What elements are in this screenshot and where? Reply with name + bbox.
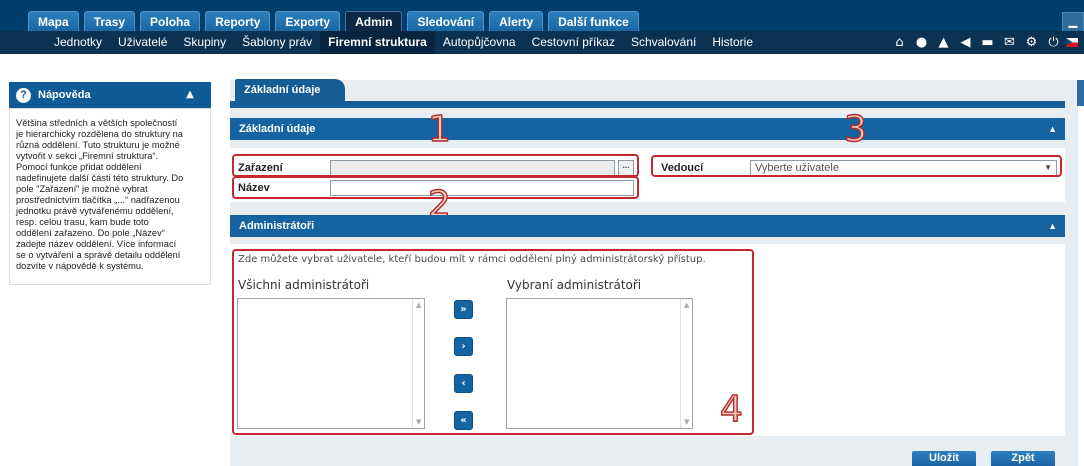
admins-section-title: Administrátoři	[239, 220, 315, 232]
chat-icon[interactable]: ●	[912, 33, 931, 52]
help-panel-header: Nápověda	[9, 82, 211, 108]
subnav-firemni-struktura[interactable]: Firemní struktura	[320, 31, 435, 54]
subnav-uzivatele[interactable]: Uživatelé	[110, 31, 175, 54]
tab-poloha[interactable]: Poloha	[140, 11, 201, 31]
annotation-number-3: 3	[843, 109, 867, 150]
folder-icon[interactable]: ▬	[978, 33, 997, 52]
sound-icon[interactable]: ◀	[956, 33, 975, 52]
back-button[interactable]: Zpět	[991, 451, 1055, 466]
subnav-cestovni-prikaz[interactable]: Cestovní příkaz	[524, 31, 623, 54]
admins-section-header[interactable]: Administrátoři ▲	[230, 215, 1065, 237]
annotation-box-4	[232, 249, 754, 435]
tab-alerty[interactable]: Alerty	[489, 11, 544, 31]
subnav-jednotky[interactable]: Jednotky	[46, 31, 110, 54]
tab-mapa[interactable]: Mapa	[28, 11, 79, 31]
basic-info-collapse-icon[interactable]: ▲	[1048, 118, 1057, 140]
toolbar-icons: ⌂ ● ▲ ◀ ▬ ✉ ⚙ ⏻	[890, 33, 1078, 52]
annotation-box-1	[232, 154, 639, 177]
top-tabs: Mapa Trasy Poloha Reporty Exporty Admin …	[28, 11, 639, 31]
subnav-historie[interactable]: Historie	[704, 31, 761, 54]
basic-info-section-header[interactable]: Základní údaje ▲	[230, 118, 1065, 140]
subnav-sablony-prav[interactable]: Šablony práv	[234, 31, 320, 54]
power-icon[interactable]: ⏻	[1044, 33, 1063, 52]
right-scroll-handle[interactable]	[1077, 80, 1084, 106]
tab-trasy[interactable]: Trasy	[83, 11, 136, 31]
annotation-number-4: 4	[719, 389, 743, 430]
subnav-skupiny[interactable]: Skupiny	[175, 31, 234, 54]
tab-admin[interactable]: Admin	[345, 11, 403, 31]
flag-icon[interactable]	[1066, 38, 1078, 47]
admins-collapse-icon[interactable]: ▲	[1048, 215, 1057, 237]
tab-exporty[interactable]: Exporty	[275, 11, 341, 31]
basic-info-section-title: Základní údaje	[239, 123, 316, 135]
alert-icon[interactable]: ▲	[934, 33, 953, 52]
settings-icon[interactable]: ⚙	[1022, 33, 1041, 52]
annotation-box-3	[651, 155, 1062, 177]
save-button[interactable]: Uložit	[912, 451, 976, 466]
mail-icon[interactable]: ✉	[1000, 33, 1019, 52]
tab-sledovani[interactable]: Sledování	[407, 11, 485, 31]
annotation-number-1: 1	[427, 109, 451, 150]
help-icon: ?	[16, 88, 31, 103]
tab-dalsi-funkce[interactable]: Další funkce	[548, 11, 639, 31]
help-collapse-icon[interactable]: ▲	[183, 89, 197, 101]
subnav-autopujcovna[interactable]: Autopůjčovna	[435, 31, 524, 54]
home-icon[interactable]: ⌂	[890, 33, 909, 52]
help-text: Většina středních a větších společností …	[16, 118, 184, 271]
sub-nav-items: Jednotky Uživatelé Skupiny Šablony práv …	[46, 31, 761, 54]
tab-strip	[230, 101, 1065, 108]
subnav-schvalovani[interactable]: Schvalování	[623, 31, 704, 54]
sub-navigation-bar: Jednotky Uživatelé Skupiny Šablony práv …	[0, 31, 1084, 54]
top-menu-toggle-icon[interactable]: ▁	[1062, 12, 1084, 32]
tab-zakladni-udaje[interactable]: Základní údaje	[235, 79, 345, 103]
tab-reporty[interactable]: Reporty	[205, 11, 271, 31]
